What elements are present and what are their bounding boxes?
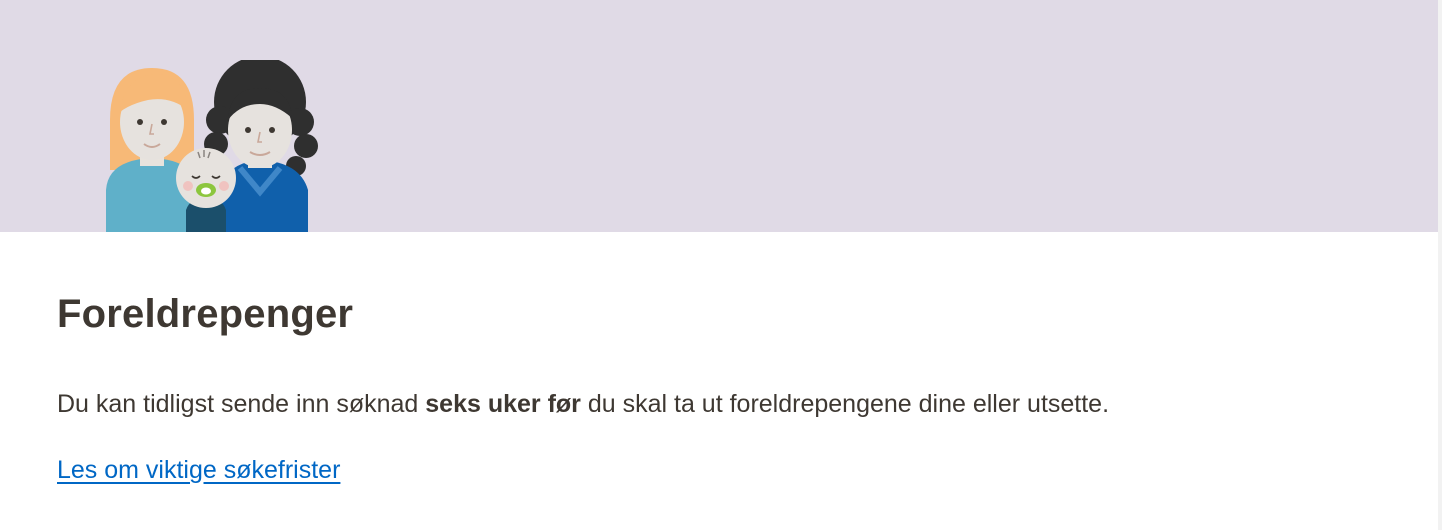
parent-left-figure	[106, 68, 198, 232]
deadlines-link[interactable]: Les om viktige søkefrister	[57, 456, 340, 485]
family-illustration-icon	[106, 60, 318, 232]
info-card	[0, 232, 1438, 530]
hero-banner	[0, 0, 1438, 232]
info-text-suffix: du skal ta ut foreldrepengene dine eller…	[580, 390, 1110, 418]
page: Foreldrepenger Du kan tidligst sende inn…	[0, 0, 1442, 530]
deadline-info-text: Du kan tidligst sende inn søknad seks uk…	[57, 390, 1109, 419]
scrollbar-track	[1438, 0, 1442, 530]
info-text-bold: seks uker før	[425, 390, 581, 418]
info-text-prefix: Du kan tidligst sende inn søknad	[57, 390, 426, 418]
page-title: Foreldrepenger	[57, 292, 354, 336]
